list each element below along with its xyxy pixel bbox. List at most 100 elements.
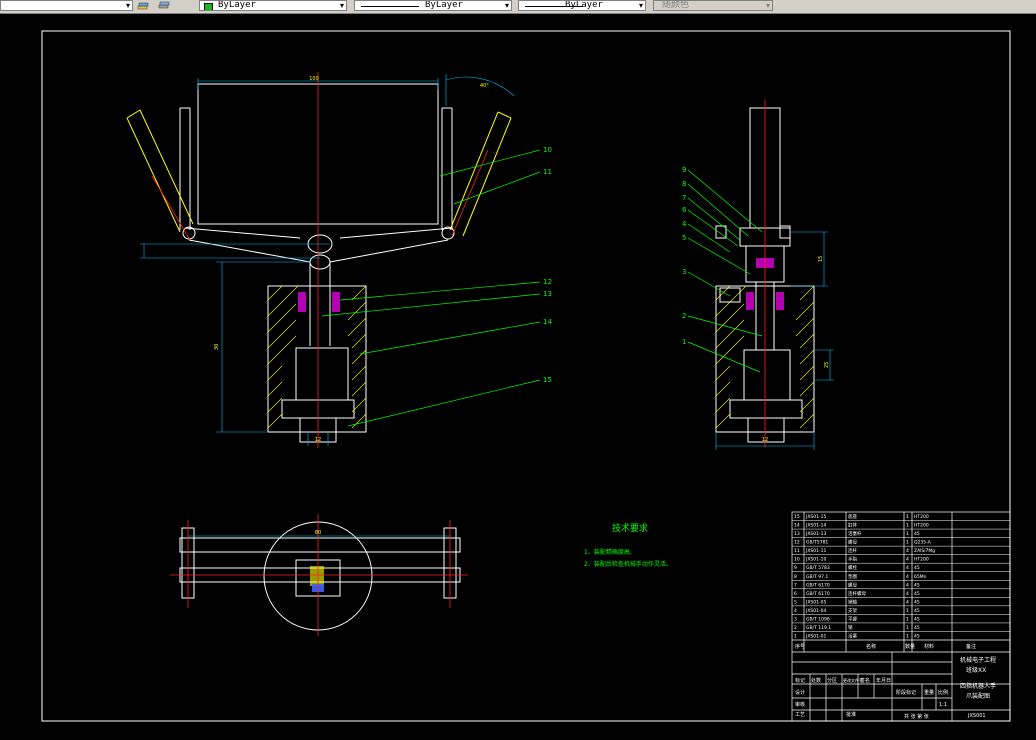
svg-text:3: 3 [682, 268, 686, 276]
front-part-numbers: 10 11 12 13 14 15 [543, 146, 552, 384]
tech-requirements-title: 技术要求 [612, 522, 648, 534]
dim-height: 30 [214, 344, 220, 350]
svg-text:5: 5 [682, 234, 686, 242]
front-seal [298, 292, 306, 312]
bom-cell-code: GB/T 6170 [806, 591, 830, 597]
bom-cell-mat: 45 [914, 634, 920, 640]
color-dropdown[interactable]: ByLayer ▾ [199, 0, 347, 11]
front-view [126, 83, 512, 443]
drawing-name-line-2: 爪装配图 [966, 692, 990, 700]
svg-text:9: 9 [682, 166, 686, 174]
plotstyle-dropdown[interactable]: 随颜色 ▾ [653, 0, 773, 11]
bom-cell-mat: 45 [914, 616, 920, 622]
bom-cell-no: 5 [794, 599, 797, 605]
bom-cell-mat: ZAlSi7Mg [914, 548, 935, 554]
bom-cell-mat: 45 [914, 582, 920, 588]
bom-cell-code: JXS01-11 [805, 548, 826, 554]
linetype-value: ByLayer [425, 0, 463, 10]
bom-cell-name: 支架 [848, 607, 857, 614]
drawing-name-line-1: 四指机器人手 [960, 682, 996, 690]
header-seq: 序号 [795, 643, 805, 650]
color-swatch [204, 3, 213, 10]
svg-text:10: 10 [543, 146, 552, 154]
cad-drawing-canvas[interactable]: 100 40° 30 12 10 11 12 13 14 15 15 25 12… [0, 14, 1036, 740]
chevron-down-icon[interactable]: ▾ [126, 1, 130, 10]
bom-cell-code: GB/T 119.1 [806, 625, 831, 631]
title-block-labels: 序号 名称 数量 材料 备注 机械电子工程 班级XX 四指机器人手 爪装配图 J… [795, 643, 996, 720]
drawing-border [41, 30, 1011, 722]
bom-cell-mat: HT200 [914, 514, 929, 520]
dim-plan: 80 [315, 530, 321, 536]
bom-cell-mat: 45 [914, 599, 920, 605]
sign-label-2: 分区 [827, 677, 837, 684]
bom-cell-qty: 4 [906, 548, 909, 554]
bom-cell-name: 底座 [848, 513, 857, 520]
bom-cell-qty: 1 [906, 523, 909, 529]
bom-cell-mat: Q235-A [914, 540, 932, 546]
dim-side-vertical: 15 [818, 256, 824, 262]
bom-cell-no: 8 [794, 574, 797, 580]
bom-cell-name: 平键 [848, 615, 857, 622]
bom-cell-no: 3 [794, 616, 797, 622]
tech-requirements-item-2: 2、装配后检查机械手动作灵活。 [584, 560, 672, 568]
sign-label-4: 签名 [860, 677, 870, 684]
layer-dropdown[interactable]: ▾ [0, 0, 133, 11]
bom-cell-code: JXS01-14 [805, 523, 826, 529]
bom-cell-mat: 65Mn [914, 574, 927, 580]
svg-text:6: 6 [682, 206, 687, 214]
dim-angle: 40° [480, 83, 489, 89]
bom-cell-mat: 45 [914, 608, 920, 614]
bom-cell-qty: 1 [906, 616, 909, 622]
bom-cell-qty: 1 [906, 540, 909, 546]
layers-icon[interactable] [137, 0, 149, 11]
header-material: 材料 [924, 643, 934, 650]
dim-side-lower: 25 [824, 362, 830, 368]
design-label-3: 批准 [846, 711, 856, 718]
weight-label: 重量 [924, 689, 934, 696]
svg-text:2: 2 [682, 312, 686, 320]
bom-cell-code: GB/T 1096 [806, 616, 830, 622]
bom-cell-code: JXS01-04 [805, 608, 826, 614]
lineweight-dropdown[interactable]: ByLayer ▾ [518, 0, 646, 11]
chevron-down-icon: ▾ [765, 1, 770, 10]
header-name: 名称 [866, 643, 876, 650]
bom-cell-qty: 1 [906, 634, 909, 640]
bom-cell-qty: 1 [906, 514, 909, 520]
scale-value: 1:1 [939, 702, 947, 708]
bom-table: 15 JXS01-15 底座 1 HT20014 JXS01-14 缸体 1 HT20013 JX… [792, 513, 1010, 640]
svg-text:15: 15 [543, 376, 552, 384]
layer-states-icon[interactable] [158, 0, 170, 11]
linetype-dropdown[interactable]: ByLayer ▾ [354, 0, 512, 11]
bom-cell-qty: 1 [906, 625, 909, 631]
bom-cell-mat: 45 [914, 625, 920, 631]
bom-cell-name: 活塞 [848, 633, 857, 640]
dim-bottom: 12 [315, 437, 321, 443]
bom-cell-qty: 4 [906, 565, 909, 571]
bom-cell-no: 6 [794, 591, 797, 597]
scale-label: 比例 [938, 689, 948, 696]
plan-center-block [310, 566, 324, 586]
side-seal [746, 292, 754, 310]
bom-cell-code: JXS01-13 [805, 531, 826, 537]
tech-requirements-item-1: 1、装配精确度高; [584, 548, 632, 556]
bom-cell-no: 7 [794, 582, 797, 588]
bom-cell-no: 10 [794, 557, 800, 563]
sign-label-0: 标记 [795, 677, 805, 684]
header-note: 备注 [966, 643, 976, 650]
bom-cell-code: GB/T 97.1 [806, 574, 828, 580]
bom-cell-name: 手指 [848, 556, 857, 563]
dim-top-width: 100 [309, 76, 319, 82]
header-qty: 数量 [905, 643, 915, 650]
bom-cell-name: 螺栓 [848, 564, 857, 571]
bom-cell-qty: 4 [906, 574, 909, 580]
front-seal [332, 292, 340, 312]
svg-text:14: 14 [543, 318, 552, 326]
bom-cell-qty: 4 [906, 582, 909, 588]
bom-cell-name: 连杆螺母 [848, 590, 866, 597]
front-dimensions [140, 74, 515, 446]
front-leaders [321, 149, 541, 427]
chevron-down-icon: ▾ [504, 1, 509, 10]
dim-side-bottom: 12 [762, 437, 768, 443]
linetype-preview [361, 6, 419, 7]
side-leaders [687, 169, 763, 373]
